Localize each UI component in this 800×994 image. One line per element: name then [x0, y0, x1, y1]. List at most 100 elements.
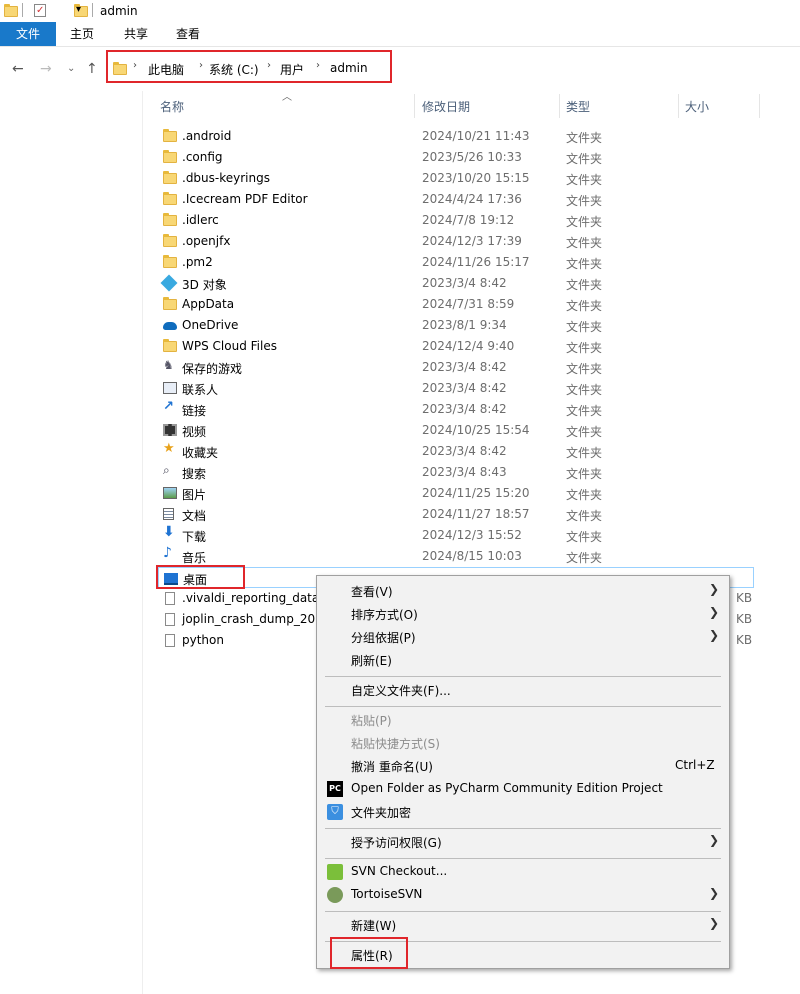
file-name: .config	[182, 150, 223, 164]
file-type: 文件夹	[566, 467, 603, 481]
column-divider[interactable]	[678, 94, 679, 118]
file-date: 2024/12/3 17:39	[422, 234, 522, 248]
breadcrumb-users[interactable]: 用户	[280, 61, 304, 78]
menu-item-11[interactable]: ⛉ 文件夹加密	[317, 801, 729, 823]
back-arrow-icon[interactable]: ←	[12, 61, 24, 77]
file-row[interactable]: .dbus-keyrings 2023/10/20 15:15 文件夹	[158, 168, 754, 189]
column-header-size[interactable]: 大小	[685, 98, 709, 115]
file-row[interactable]: 3D 对象 2023/3/4 8:42 文件夹	[158, 273, 754, 294]
menu-item-2[interactable]: 分组依据(P) ❯	[317, 626, 729, 648]
file-icon	[163, 613, 177, 626]
recent-locations-chevron-icon[interactable]: ⌄	[67, 63, 75, 74]
file-icon	[163, 592, 177, 605]
file-row[interactable]: AppData 2024/7/31 8:59 文件夹	[158, 294, 754, 315]
column-divider[interactable]	[559, 94, 560, 118]
forward-arrow-icon[interactable]: →	[40, 61, 52, 77]
file-type: 文件夹	[566, 215, 603, 229]
menu-item-10[interactable]: PC Open Folder as PyCharm Community Editi…	[317, 778, 729, 800]
menu-item-1[interactable]: 排序方式(O) ❯	[317, 603, 729, 625]
file-row[interactable]: ★ 收藏夹 2023/3/4 8:42 文件夹	[158, 441, 754, 462]
file-date: 2024/8/15 10:03	[422, 549, 522, 563]
folder-icon	[163, 150, 177, 163]
menu-item-15[interactable]: SVN Checkout...	[317, 861, 729, 883]
tab-file[interactable]: 文件	[0, 22, 56, 46]
music-icon: ♪	[163, 545, 172, 561]
file-type: 文件夹	[566, 530, 603, 544]
file-row[interactable]: .android 2024/10/21 11:43 文件夹	[158, 126, 754, 147]
tab-home[interactable]: 主页	[62, 22, 102, 46]
3d-objects-icon	[160, 274, 178, 292]
file-row[interactable]: 联系人 2023/3/4 8:42 文件夹	[158, 378, 754, 399]
chevron-right-icon[interactable]: ›	[199, 60, 203, 71]
file-date: 2024/7/31 8:59	[422, 297, 515, 311]
file-row[interactable]: WPS Cloud Files 2024/12/4 9:40 文件夹	[158, 336, 754, 357]
menu-item-7: 粘贴(P)	[317, 709, 729, 731]
file-row[interactable]: ⬇ 下载 2024/12/3 15:52 文件夹	[158, 524, 754, 546]
file-type: 文件夹	[566, 257, 603, 271]
documents-icon	[163, 508, 174, 520]
file-row[interactable]: OneDrive 2023/8/1 9:34 文件夹	[158, 315, 754, 336]
file-name: 3D 对象	[182, 278, 227, 292]
title-bar: ✓ ▾ admin	[0, 0, 800, 22]
file-name: 下载	[182, 530, 207, 544]
menu-item-3[interactable]: 刷新(E)	[317, 649, 729, 671]
file-row[interactable]: .Icecream PDF Editor 2024/4/24 17:36 文件夹	[158, 189, 754, 210]
menu-item-16[interactable]: TortoiseSVN ❯	[317, 884, 729, 906]
file-row[interactable]: ♪ 音乐 2024/8/15 10:03 文件夹	[158, 545, 754, 567]
contacts-icon	[163, 382, 177, 394]
file-row[interactable]: .pm2 2024/11/26 15:17 文件夹	[158, 252, 754, 273]
breadcrumb-admin[interactable]: admin	[330, 61, 368, 75]
menu-item-18[interactable]: 新建(W) ❯	[317, 914, 729, 936]
up-arrow-icon[interactable]: ↑	[86, 61, 98, 77]
folder-icon	[163, 255, 177, 268]
menu-item-5[interactable]: 自定义文件夹(F)...	[317, 679, 729, 701]
file-name: .vivaldi_reporting_data	[182, 591, 320, 605]
column-header-name[interactable]: 名称	[160, 98, 184, 115]
menu-item-label: 排序方式(O)	[351, 608, 418, 622]
tab-view[interactable]: 查看	[168, 22, 208, 46]
file-date: 2024/10/21 11:43	[422, 129, 530, 143]
quick-access-dropdown-icon[interactable]: ▾	[76, 4, 81, 15]
file-type: 文件夹	[566, 299, 603, 313]
file-row[interactable]: .idlerc 2024/7/8 19:12 文件夹	[158, 210, 754, 231]
column-divider[interactable]	[414, 94, 415, 118]
folder-icon	[163, 297, 177, 310]
column-header-type[interactable]: 类型	[566, 98, 590, 115]
address-bar[interactable]: › 此电脑 › 系统 (C:) › 用户 › admin	[106, 50, 392, 83]
file-row[interactable]: ⌕ 搜索 2023/3/4 8:43 文件夹	[158, 462, 754, 483]
chevron-right-icon[interactable]: ›	[133, 60, 137, 71]
file-type: 文件夹	[566, 173, 603, 187]
file-size: KB	[736, 633, 753, 647]
divider	[92, 3, 93, 17]
chevron-right-icon[interactable]: ›	[316, 60, 320, 71]
file-date: 2024/11/26 15:17	[422, 255, 530, 269]
annotation-highlight-properties	[330, 937, 408, 969]
menu-item-label: 自定义文件夹(F)...	[351, 684, 451, 698]
file-type: 文件夹	[566, 152, 603, 166]
file-row[interactable]: .config 2023/5/26 10:33 文件夹	[158, 147, 754, 168]
file-row[interactable]: ♞ 保存的游戏 2023/3/4 8:42 文件夹	[158, 357, 754, 378]
file-row[interactable]: 文档 2024/11/27 18:57 文件夹	[158, 504, 754, 525]
file-row[interactable]: 视频 2024/10/25 15:54 文件夹	[158, 420, 754, 441]
column-header-date[interactable]: 修改日期	[422, 98, 470, 115]
breadcrumb-system-c[interactable]: 系统 (C:)	[209, 61, 259, 78]
file-date: 2024/7/8 19:12	[422, 213, 515, 227]
menu-item-label: 撤消 重命名(U)	[351, 760, 433, 774]
chevron-right-icon[interactable]: ›	[267, 60, 271, 71]
column-divider[interactable]	[759, 94, 760, 118]
onedrive-icon	[163, 322, 177, 330]
file-row[interactable]: ↗ 链接 2023/3/4 8:42 文件夹	[158, 399, 754, 420]
menu-item-9[interactable]: 撤消 重命名(U) Ctrl+Z	[317, 755, 729, 777]
menu-item-0[interactable]: 查看(V) ❯	[317, 580, 729, 602]
menu-separator	[325, 676, 721, 677]
breadcrumb-this-pc[interactable]: 此电脑	[148, 61, 184, 78]
svn-checkout-icon	[327, 864, 343, 880]
menu-item-13[interactable]: 授予访问权限(G) ❯	[317, 831, 729, 853]
file-row[interactable]: .openjfx 2024/12/3 17:39 文件夹	[158, 231, 754, 252]
file-type: 文件夹	[566, 341, 603, 355]
chevron-right-icon: ❯	[709, 916, 720, 930]
tab-share[interactable]: 共享	[116, 22, 156, 46]
file-row[interactable]: 图片 2024/11/25 15:20 文件夹	[158, 483, 754, 504]
properties-quick-icon[interactable]: ✓	[34, 4, 46, 17]
file-date: 2024/12/3 15:52	[422, 528, 522, 542]
